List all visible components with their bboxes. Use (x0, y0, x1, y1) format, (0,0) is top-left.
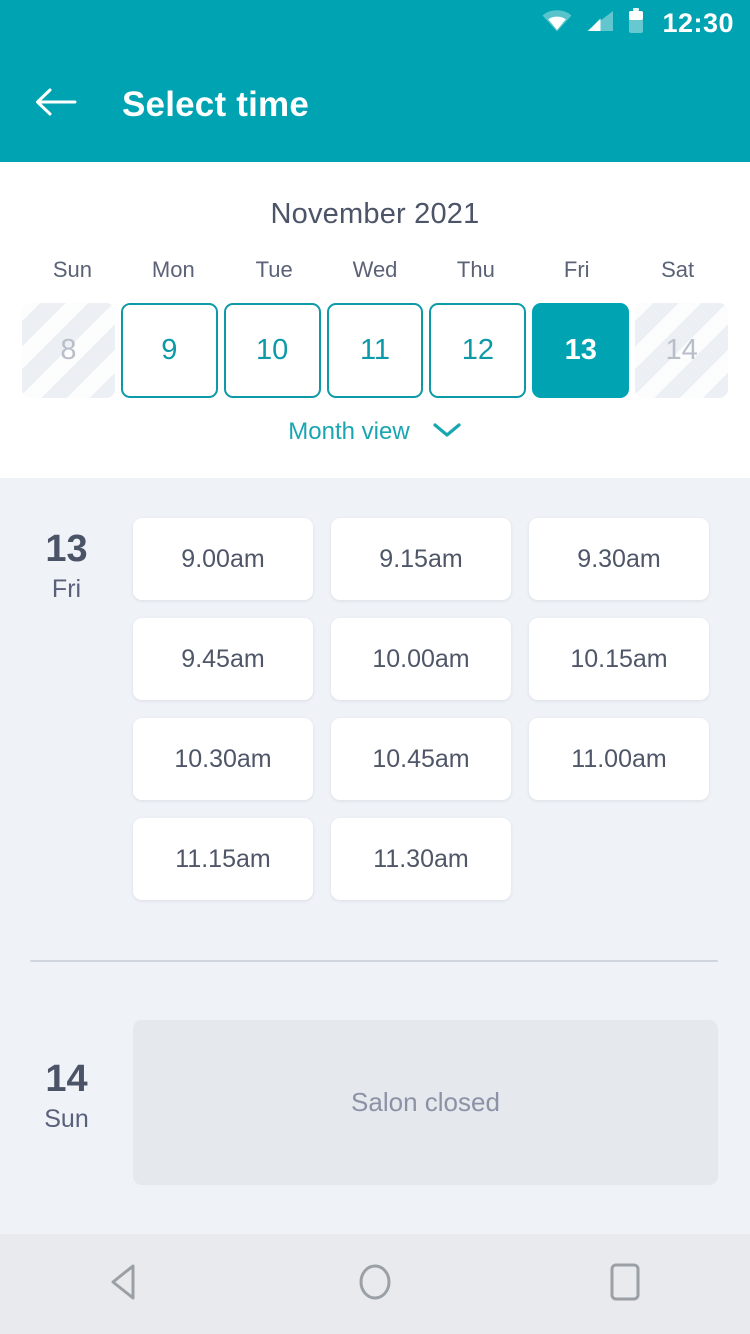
time-slot[interactable]: 10.15am (529, 618, 709, 700)
schedule-day-number: 13 (45, 528, 88, 570)
time-slot[interactable]: 9.15am (331, 518, 511, 600)
schedule-day-label: 14 Sun (0, 1020, 133, 1185)
arrow-left-icon (35, 86, 77, 123)
time-slot[interactable]: 9.00am (133, 518, 313, 600)
page-title: Select time (122, 84, 310, 124)
time-slot[interactable]: 10.45am (331, 718, 511, 800)
month-view-label: Month view (288, 418, 410, 445)
day-cell-12[interactable]: 12 (429, 303, 527, 398)
salon-closed-panel: Salon closed (133, 1020, 718, 1185)
time-slot[interactable]: 10.30am (133, 718, 313, 800)
day-cell-9[interactable]: 9 (120, 303, 218, 398)
android-nav-bar (0, 1234, 750, 1334)
dow-thu: Thu (456, 257, 495, 282)
wifi-icon (542, 10, 572, 37)
time-slot[interactable]: 11.15am (133, 818, 313, 900)
time-slot-grid: 9.00am 9.15am 9.30am 9.45am 10.00am 10.1… (133, 478, 750, 900)
schedule-day-number: 14 (45, 1058, 88, 1100)
chevron-down-icon (432, 421, 462, 444)
day-cell-label: 8 (60, 334, 77, 366)
day-cell-label: 10 (256, 334, 289, 366)
calendar-month-title: November 2021 (270, 198, 480, 230)
calendar-week-row: 8 9 10 11 12 13 14 (0, 303, 750, 398)
schedule-day-name: Sun (44, 1104, 89, 1133)
day-cell-8: 8 (22, 303, 115, 398)
schedule-day-name: Fri (51, 574, 82, 603)
dow-fri: Fri (563, 257, 590, 282)
day-cell-label: 13 (564, 334, 597, 366)
dow-mon: Mon (151, 257, 195, 282)
nav-back-button[interactable] (77, 1236, 173, 1332)
time-slot[interactable]: 10.00am (331, 618, 511, 700)
dow-sat: Sat (661, 257, 695, 282)
nav-recents-button[interactable] (577, 1236, 673, 1332)
time-slot[interactable]: 9.30am (529, 518, 709, 600)
app-bar: Select time (0, 47, 750, 162)
home-circle-icon (355, 1262, 395, 1307)
time-slot[interactable]: 11.30am (331, 818, 511, 900)
back-triangle-icon (108, 1263, 142, 1306)
status-clock: 12:30 (662, 8, 734, 38)
dow-sun: Sun (52, 257, 92, 282)
schedule-day-13: 13 Fri 9.00am 9.15am 9.30am 9.45am 10.00… (0, 478, 750, 900)
day-cell-10[interactable]: 10 (223, 303, 321, 398)
status-bar: 12:30 (0, 0, 750, 47)
schedule-day-label: 13 Fri (0, 478, 133, 900)
schedule-divider (30, 960, 718, 962)
calendar-dow-row: Sun Mon Tue Wed Thu Fri Sat (0, 257, 750, 283)
day-cell-13-selected[interactable]: 13 (532, 303, 630, 398)
day-cell-11[interactable]: 11 (326, 303, 424, 398)
month-view-toggle[interactable]: Month view (0, 418, 750, 446)
day-cell-14: 14 (635, 303, 729, 398)
cellular-signal-icon (586, 10, 614, 37)
dow-wed: Wed (352, 257, 398, 282)
dow-tue: Tue (255, 257, 293, 282)
day-cell-label: 9 (161, 334, 178, 366)
time-slot[interactable]: 11.00am (529, 718, 709, 800)
battery-icon (628, 8, 644, 39)
nav-home-button[interactable] (327, 1236, 423, 1332)
back-button[interactable] (20, 69, 92, 141)
recents-square-icon (608, 1262, 642, 1307)
day-cell-label: 12 (461, 334, 494, 366)
calendar-week-picker: November 2021 Sun Mon Tue Wed Thu Fri Sa… (0, 162, 750, 478)
time-slot[interactable]: 9.45am (133, 618, 313, 700)
schedule-day-14: 14 Sun Salon closed (0, 1020, 750, 1185)
schedule-list: 13 Fri 9.00am 9.15am 9.30am 9.45am 10.00… (0, 478, 750, 1234)
day-cell-label: 11 (359, 334, 391, 366)
day-cell-label: 14 (665, 334, 698, 366)
phone-screen: 12:30 Select time November 2021 Sun Mon … (0, 0, 750, 1334)
